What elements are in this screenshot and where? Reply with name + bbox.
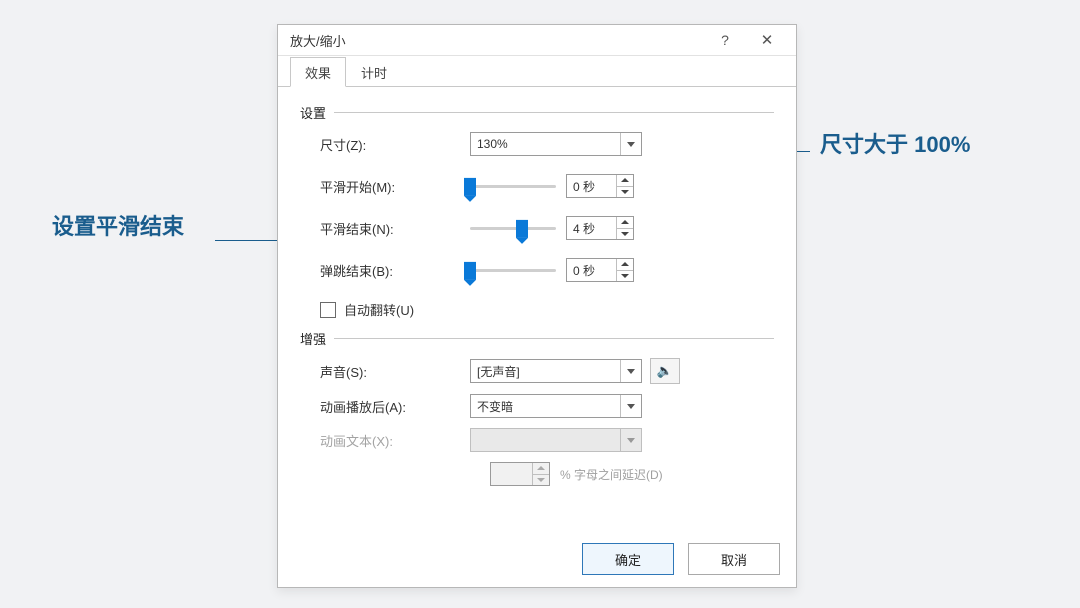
after-anim-label: 动画播放后(A): <box>300 397 470 416</box>
annotation-smooth-end: 设置平滑结束 <box>52 209 184 241</box>
close-button[interactable]: ✕ <box>746 26 788 54</box>
bounce-end-value: 0 秒 <box>567 259 616 281</box>
size-label: 尺寸(Z): <box>300 135 470 154</box>
sound-label: 声音(S): <box>300 362 470 381</box>
group-settings-label: 设置 <box>300 103 326 122</box>
smooth-end-slider[interactable] <box>470 227 556 230</box>
spin-up-icon[interactable] <box>617 259 633 271</box>
anim-text-label: 动画文本(X): <box>300 431 470 450</box>
bounce-end-label: 弹跳结束(B): <box>300 261 470 280</box>
letter-delay-spinner <box>490 462 550 486</box>
auto-reverse-checkbox[interactable] <box>320 302 336 318</box>
letter-delay-label: % 字母之间延迟(D) <box>560 466 663 483</box>
cancel-button[interactable]: 取消 <box>688 543 780 575</box>
spin-down-icon[interactable] <box>617 271 633 282</box>
chevron-down-icon[interactable] <box>620 395 641 417</box>
chevron-down-icon <box>620 429 641 451</box>
divider <box>334 112 774 113</box>
anim-text-combo <box>470 428 642 452</box>
speaker-icon[interactable]: 🔈 <box>650 358 680 384</box>
sound-combo[interactable]: [无声音] <box>470 359 642 383</box>
divider <box>334 338 774 339</box>
dialog-titlebar: 放大/缩小 ? ✕ <box>278 25 796 56</box>
after-anim-value: 不变暗 <box>471 398 620 415</box>
smooth-end-value: 4 秒 <box>567 217 616 239</box>
bounce-end-thumb[interactable] <box>464 262 476 280</box>
spin-down-icon <box>533 475 549 486</box>
sound-value: [无声音] <box>471 363 620 380</box>
letter-delay-value <box>491 463 532 485</box>
smooth-start-slider[interactable] <box>470 185 556 188</box>
after-anim-combo[interactable]: 不变暗 <box>470 394 642 418</box>
smooth-start-spinner[interactable]: 0 秒 <box>566 174 634 198</box>
annotation-size: 尺寸大于 100% <box>820 127 970 159</box>
help-button[interactable]: ? <box>704 26 746 54</box>
bounce-end-slider[interactable] <box>470 269 556 272</box>
size-value: 130% <box>471 137 620 151</box>
smooth-end-spinner[interactable]: 4 秒 <box>566 216 634 240</box>
group-enhance-label: 增强 <box>300 329 326 348</box>
auto-reverse-label: 自动翻转(U) <box>344 300 414 319</box>
ok-button[interactable]: 确定 <box>582 543 674 575</box>
size-combo[interactable]: 130% <box>470 132 642 156</box>
group-enhance-header: 增强 <box>300 329 774 348</box>
smooth-end-thumb[interactable] <box>516 220 528 238</box>
smooth-start-thumb[interactable] <box>464 178 476 196</box>
smooth-end-label: 平滑结束(N): <box>300 219 470 238</box>
smooth-start-label: 平滑开始(M): <box>300 177 470 196</box>
tab-effect[interactable]: 效果 <box>290 57 346 87</box>
bounce-end-spinner[interactable]: 0 秒 <box>566 258 634 282</box>
tab-timing[interactable]: 计时 <box>346 57 402 87</box>
spin-up-icon <box>533 463 549 475</box>
group-settings-header: 设置 <box>300 103 774 122</box>
chevron-down-icon[interactable] <box>620 133 641 155</box>
spin-up-icon[interactable] <box>617 175 633 187</box>
dialog-title: 放大/缩小 <box>290 31 704 50</box>
grow-shrink-dialog: 放大/缩小 ? ✕ 效果 计时 设置 尺寸(Z): 130% 平滑开始(M): <box>277 24 797 588</box>
chevron-down-icon[interactable] <box>620 360 641 382</box>
spin-down-icon[interactable] <box>617 187 633 198</box>
smooth-start-value: 0 秒 <box>567 175 616 197</box>
spin-down-icon[interactable] <box>617 229 633 240</box>
tab-strip: 效果 计时 <box>278 56 796 87</box>
spin-up-icon[interactable] <box>617 217 633 229</box>
